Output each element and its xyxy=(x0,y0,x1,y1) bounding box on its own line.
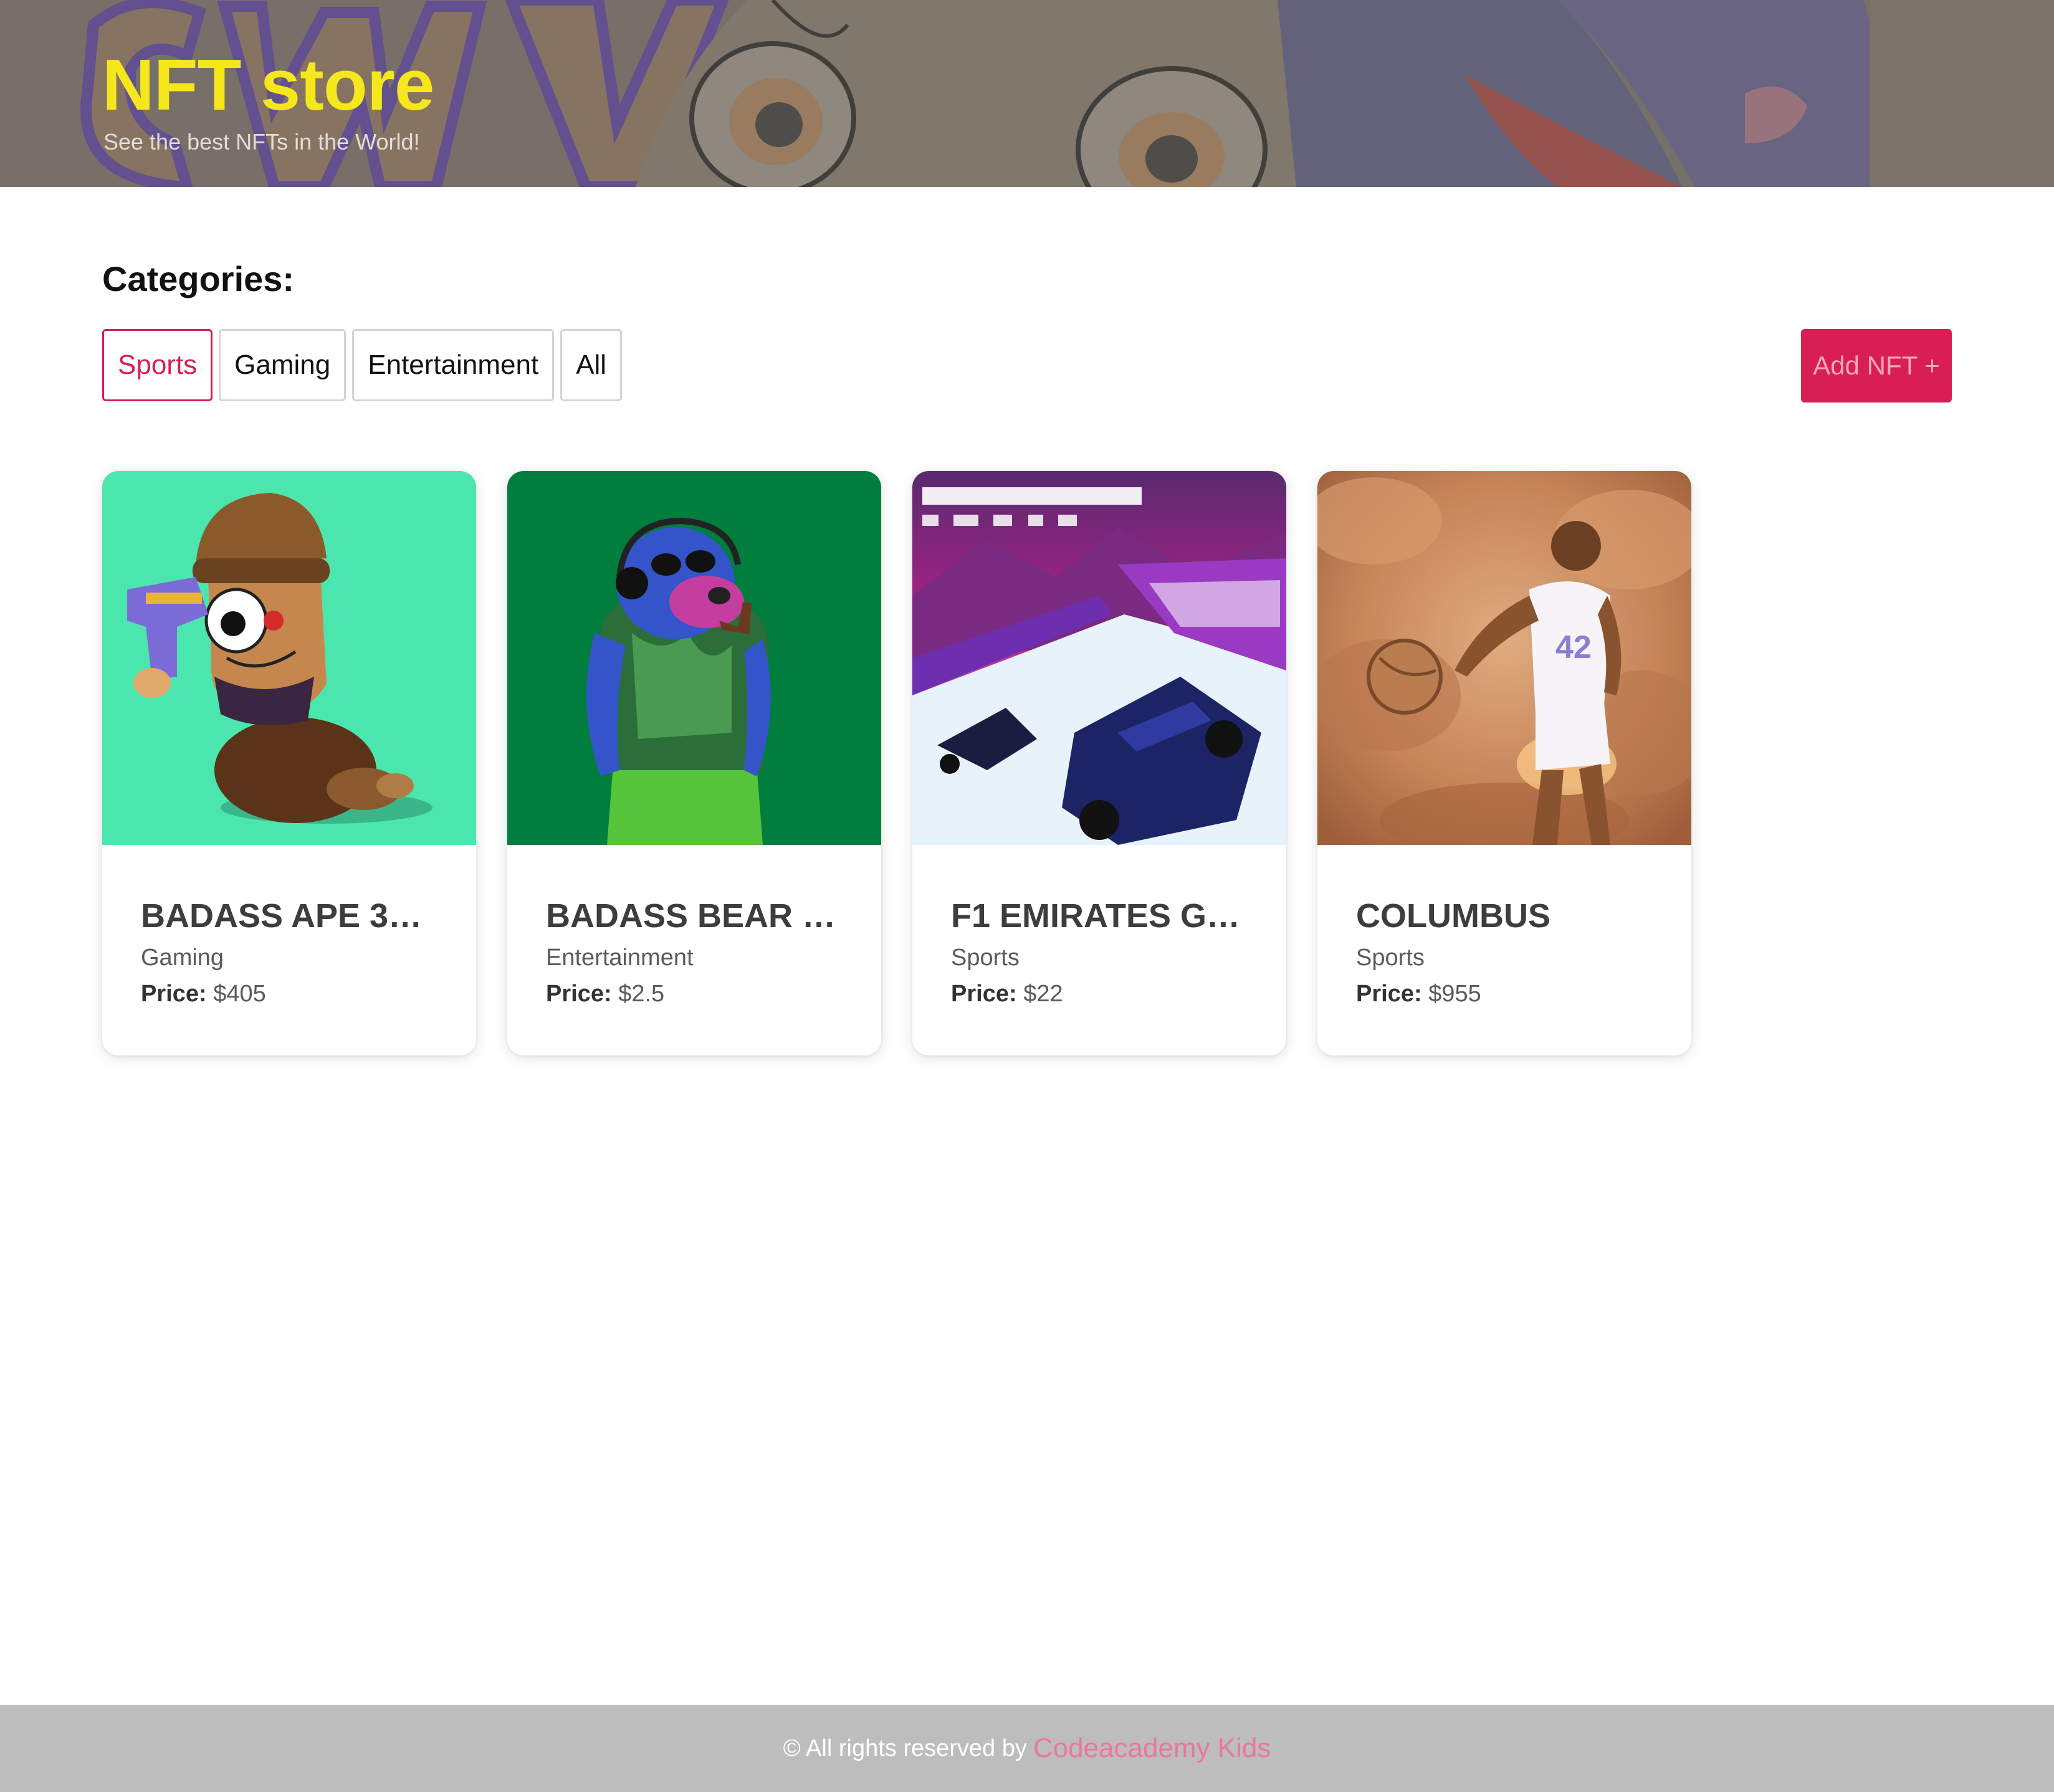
price-label: Price: xyxy=(1356,981,1422,1007)
nft-card-grid: BADASS APE 3D ... Gaming Price: $405 BAD… xyxy=(102,471,1691,1056)
nft-card[interactable]: 42 COLUMBUS Sports Price: $955 xyxy=(1317,471,1691,1056)
page-footer: © All rights reserved by Codeacademy Kid… xyxy=(0,1705,2054,1792)
card-title: COLUMBUS xyxy=(1356,897,1550,935)
filter-all-button[interactable]: All xyxy=(560,329,623,401)
price-label: Price: xyxy=(141,981,207,1007)
filter-entertainment-button[interactable]: Entertainment xyxy=(352,329,555,401)
card-body: BADASS APE 3D ... Gaming Price: $405 xyxy=(102,845,476,1011)
nft-store-page: NFT store See the best NFTs in the World… xyxy=(0,0,2054,1792)
price-value: $955 xyxy=(1428,981,1481,1007)
card-price: Price: $405 xyxy=(141,977,439,1011)
card-body: F1 EMIRATES GR... Sports Price: $22 xyxy=(912,845,1286,1011)
price-label: Price: xyxy=(951,981,1017,1007)
card-title: BADASS BEAR CL... xyxy=(546,897,844,935)
card-title: BADASS APE 3D ... xyxy=(141,897,439,935)
price-label: Price: xyxy=(546,981,612,1007)
bear-character-image xyxy=(507,471,881,845)
race-car-image xyxy=(912,471,1286,845)
svg-text:42: 42 xyxy=(1555,629,1592,665)
filter-gaming-button[interactable]: Gaming xyxy=(219,329,346,401)
categories-heading: Categories: xyxy=(102,259,295,298)
card-category: Gaming xyxy=(141,945,224,971)
filter-sports-button[interactable]: Sports xyxy=(102,329,213,401)
worm-character-image xyxy=(102,471,476,845)
basketball-player-image: 42 xyxy=(1317,471,1691,845)
add-nft-button[interactable]: Add NFT + xyxy=(1801,329,1952,403)
card-price: Price: $2.5 xyxy=(546,977,844,1011)
card-price: Price: $22 xyxy=(951,977,1249,1011)
nft-card[interactable]: F1 EMIRATES GR... Sports Price: $22 xyxy=(912,471,1286,1056)
price-value: $2.5 xyxy=(618,981,665,1007)
card-body: COLUMBUS Sports Price: $955 xyxy=(1317,845,1691,1011)
page-subtitle: See the best NFTs in the World! xyxy=(103,129,420,155)
price-value: $405 xyxy=(213,981,266,1007)
price-value: $22 xyxy=(1023,981,1063,1007)
card-price: Price: $955 xyxy=(1356,977,1654,1011)
footer-link[interactable]: Codeacademy Kids xyxy=(1033,1733,1271,1764)
card-body: BADASS BEAR CL... Entertainment Price: $… xyxy=(507,845,881,1011)
nft-card[interactable]: BADASS BEAR CL... Entertainment Price: $… xyxy=(507,471,881,1056)
page-title: NFT store xyxy=(102,44,434,125)
footer-text: © All rights reserved by xyxy=(783,1735,1027,1761)
card-title: F1 EMIRATES GR... xyxy=(951,897,1249,935)
card-category: Entertainment xyxy=(546,945,694,971)
nft-card[interactable]: BADASS APE 3D ... Gaming Price: $405 xyxy=(102,471,476,1056)
card-category: Sports xyxy=(1356,945,1425,971)
category-filters: Sports Gaming Entertainment All xyxy=(102,329,623,401)
card-category: Sports xyxy=(951,945,1020,971)
hero-banner: NFT store See the best NFTs in the World… xyxy=(0,0,2054,187)
